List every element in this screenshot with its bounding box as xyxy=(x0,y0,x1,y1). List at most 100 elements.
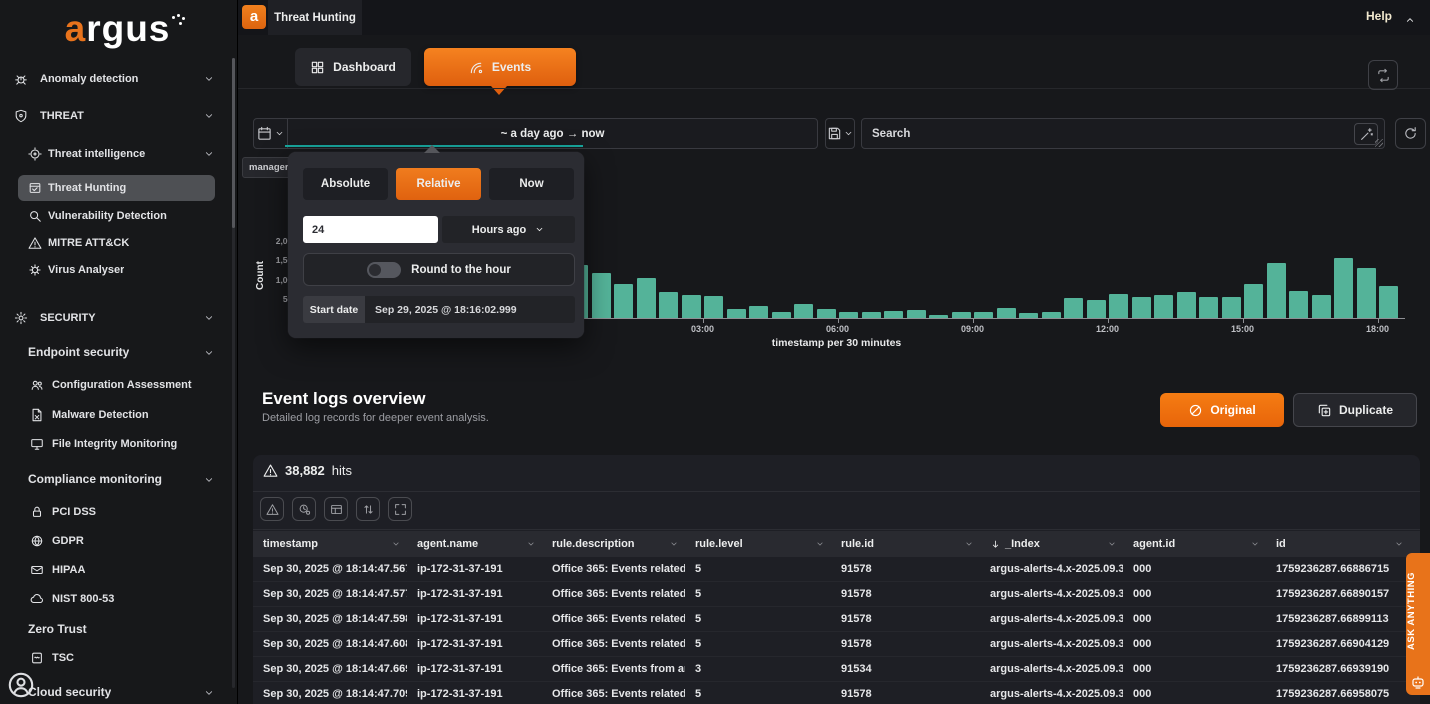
relative-unit-select[interactable]: Hours ago xyxy=(442,216,575,243)
sidebar-item-threat-intelligence[interactable]: Threat intelligence xyxy=(0,141,237,167)
column-header-index[interactable]: _Index xyxy=(980,538,1123,550)
tab-events[interactable]: Events xyxy=(424,48,576,86)
sidebar-scrollbar-thumb[interactable] xyxy=(232,58,235,228)
histogram-bar[interactable] xyxy=(1087,300,1106,318)
sidebar-item-nist-800-53[interactable]: NIST 800-53 xyxy=(0,586,237,612)
column-header-rule-id[interactable]: rule.id xyxy=(831,538,980,550)
histogram-bar[interactable] xyxy=(1357,268,1376,318)
sidebar-item-file-integrity-monitoring[interactable]: File Integrity Monitoring xyxy=(0,431,237,457)
x-tick-label: 18:00 xyxy=(1353,324,1403,334)
sidebar-item-malware-detection[interactable]: Malware Detection xyxy=(0,402,237,428)
date-picker-calendar-button[interactable] xyxy=(254,119,288,148)
tab-dashboard[interactable]: Dashboard xyxy=(295,48,411,86)
refresh-button[interactable] xyxy=(1395,118,1426,149)
duplicate-button[interactable]: Duplicate xyxy=(1293,393,1417,427)
chev-down-icon xyxy=(203,687,215,699)
sidebar-item-configuration-assessment[interactable]: Configuration Assessment xyxy=(0,372,237,398)
sidebar-item-endpoint-security[interactable]: Endpoint security xyxy=(0,339,237,365)
sidebar-item-compliance-monitoring[interactable]: Compliance monitoring xyxy=(0,466,237,492)
table-cell: 91578 xyxy=(831,613,980,625)
sidebar-item-tsc[interactable]: TSC xyxy=(0,645,237,671)
column-header-agent-name[interactable]: agent.name xyxy=(407,538,542,550)
chevron-up-icon[interactable] xyxy=(1404,11,1416,29)
histogram-bar[interactable] xyxy=(1244,284,1263,318)
column-header-id[interactable]: id xyxy=(1266,538,1410,550)
table-row[interactable]: Sep 30, 2025 @ 18:14:47.669ip-172-31-37-… xyxy=(253,657,1420,682)
table-cell: argus-alerts-4.x-2025.09.30 xyxy=(980,613,1123,625)
histogram-bar[interactable] xyxy=(884,311,903,318)
x-tick-mark xyxy=(703,319,704,323)
robot-icon xyxy=(1410,674,1426,690)
date-range-text[interactable]: ~ a day ago → now xyxy=(288,128,817,140)
app-logo-icon[interactable]: a xyxy=(242,5,266,29)
histogram-bar[interactable] xyxy=(907,310,926,318)
original-button[interactable]: Original xyxy=(1160,393,1284,427)
logo-rest: rgus xyxy=(86,8,170,49)
histogram-bar[interactable] xyxy=(1312,295,1331,318)
histogram-bar[interactable] xyxy=(704,296,723,318)
alerts-button[interactable] xyxy=(260,497,284,521)
layout-swap-button[interactable] xyxy=(1368,60,1398,90)
column-header-rule-description[interactable]: rule.description xyxy=(542,538,685,550)
columns-button[interactable] xyxy=(324,497,348,521)
histogram-bar[interactable] xyxy=(1289,291,1308,318)
search-input[interactable] xyxy=(862,119,1384,148)
saved-query-button[interactable] xyxy=(825,118,855,149)
table-row[interactable]: Sep 30, 2025 @ 18:14:47.608ip-172-31-37-… xyxy=(253,632,1420,657)
table-row[interactable]: Sep 30, 2025 @ 18:14:47.598ip-172-31-37-… xyxy=(253,607,1420,632)
histogram-bar[interactable] xyxy=(794,304,813,318)
histogram-bar[interactable] xyxy=(817,309,836,318)
chev-down-icon xyxy=(669,539,679,549)
histogram-bar[interactable] xyxy=(1199,297,1218,318)
topbar-tab-threat-hunting[interactable]: Threat Hunting xyxy=(268,0,362,35)
table-row[interactable]: Sep 30, 2025 @ 18:14:47.709ip-172-31-37-… xyxy=(253,682,1420,704)
auto-refresh-button[interactable] xyxy=(292,497,316,521)
sidebar-item-zero-trust[interactable]: Zero Trust xyxy=(0,616,237,642)
user-avatar-icon[interactable] xyxy=(7,671,35,699)
column-header-rule-level[interactable]: rule.level xyxy=(685,538,831,550)
histogram-bar[interactable] xyxy=(659,292,678,318)
histogram-bar[interactable] xyxy=(1177,292,1196,318)
histogram-bar[interactable] xyxy=(1109,294,1128,318)
column-header-agent-id[interactable]: agent.id xyxy=(1123,538,1266,550)
sidebar-item-threat[interactable]: THREAT xyxy=(0,103,237,129)
histogram-bar[interactable] xyxy=(1334,258,1353,318)
histogram-bar[interactable] xyxy=(1154,295,1173,318)
histogram-bar[interactable] xyxy=(614,284,633,318)
sidebar-item-hipaa[interactable]: HIPAA xyxy=(0,557,237,583)
histogram-bar[interactable] xyxy=(749,306,768,318)
date-tab-now[interactable]: Now xyxy=(489,168,574,200)
sidebar-item-threat-hunting[interactable]: Threat Hunting xyxy=(18,175,215,201)
round-to-hour-toggle[interactable] xyxy=(367,262,401,278)
sidebar-item-pci-dss[interactable]: PCI DSS xyxy=(0,499,237,525)
column-header-timestamp[interactable]: timestamp xyxy=(253,538,407,550)
histogram-bar[interactable] xyxy=(1132,297,1151,319)
sidebar-item-cloud-security[interactable]: Cloud security xyxy=(0,679,237,704)
date-tab-relative[interactable]: Relative xyxy=(396,168,481,200)
help-button[interactable]: Help xyxy=(1366,9,1392,23)
sidebar-item-anomaly-detection[interactable]: Anomaly detection xyxy=(0,66,237,92)
table-row[interactable]: Sep 30, 2025 @ 18:14:47.577ip-172-31-37-… xyxy=(253,582,1420,607)
histogram-bar[interactable] xyxy=(1222,297,1241,318)
sidebar-item-security[interactable]: SECURITY xyxy=(0,305,237,331)
histogram-bar[interactable] xyxy=(1064,298,1083,318)
histogram-bar[interactable] xyxy=(637,278,656,318)
sidebar-item-gdpr[interactable]: GDPR xyxy=(0,528,237,554)
histogram-bar[interactable] xyxy=(727,309,746,318)
histogram-bar[interactable] xyxy=(997,308,1016,318)
resize-grip[interactable] xyxy=(1375,139,1383,147)
sidebar-item-mitre-att-ck[interactable]: MITRE ATT&CK xyxy=(0,230,237,256)
date-tab-absolute[interactable]: Absolute xyxy=(303,168,388,200)
ask-anything-button[interactable]: ASK ANYTHING xyxy=(1406,553,1430,695)
relative-amount-input[interactable] xyxy=(303,216,438,243)
histogram-bar[interactable] xyxy=(592,273,611,318)
sidebar-item-virus-analyser[interactable]: Virus Analyser xyxy=(0,257,237,283)
histogram-bar[interactable] xyxy=(1267,263,1286,318)
table-row[interactable]: Sep 30, 2025 @ 18:14:47.567ip-172-31-37-… xyxy=(253,557,1420,582)
histogram-bar[interactable] xyxy=(682,295,701,318)
sort-fields-button[interactable] xyxy=(356,497,380,521)
wand-icon xyxy=(1359,127,1374,142)
histogram-bar[interactable] xyxy=(1379,286,1398,318)
sidebar-item-vulnerability-detection[interactable]: Vulnerability Detection xyxy=(0,203,237,229)
fullscreen-button[interactable] xyxy=(388,497,412,521)
